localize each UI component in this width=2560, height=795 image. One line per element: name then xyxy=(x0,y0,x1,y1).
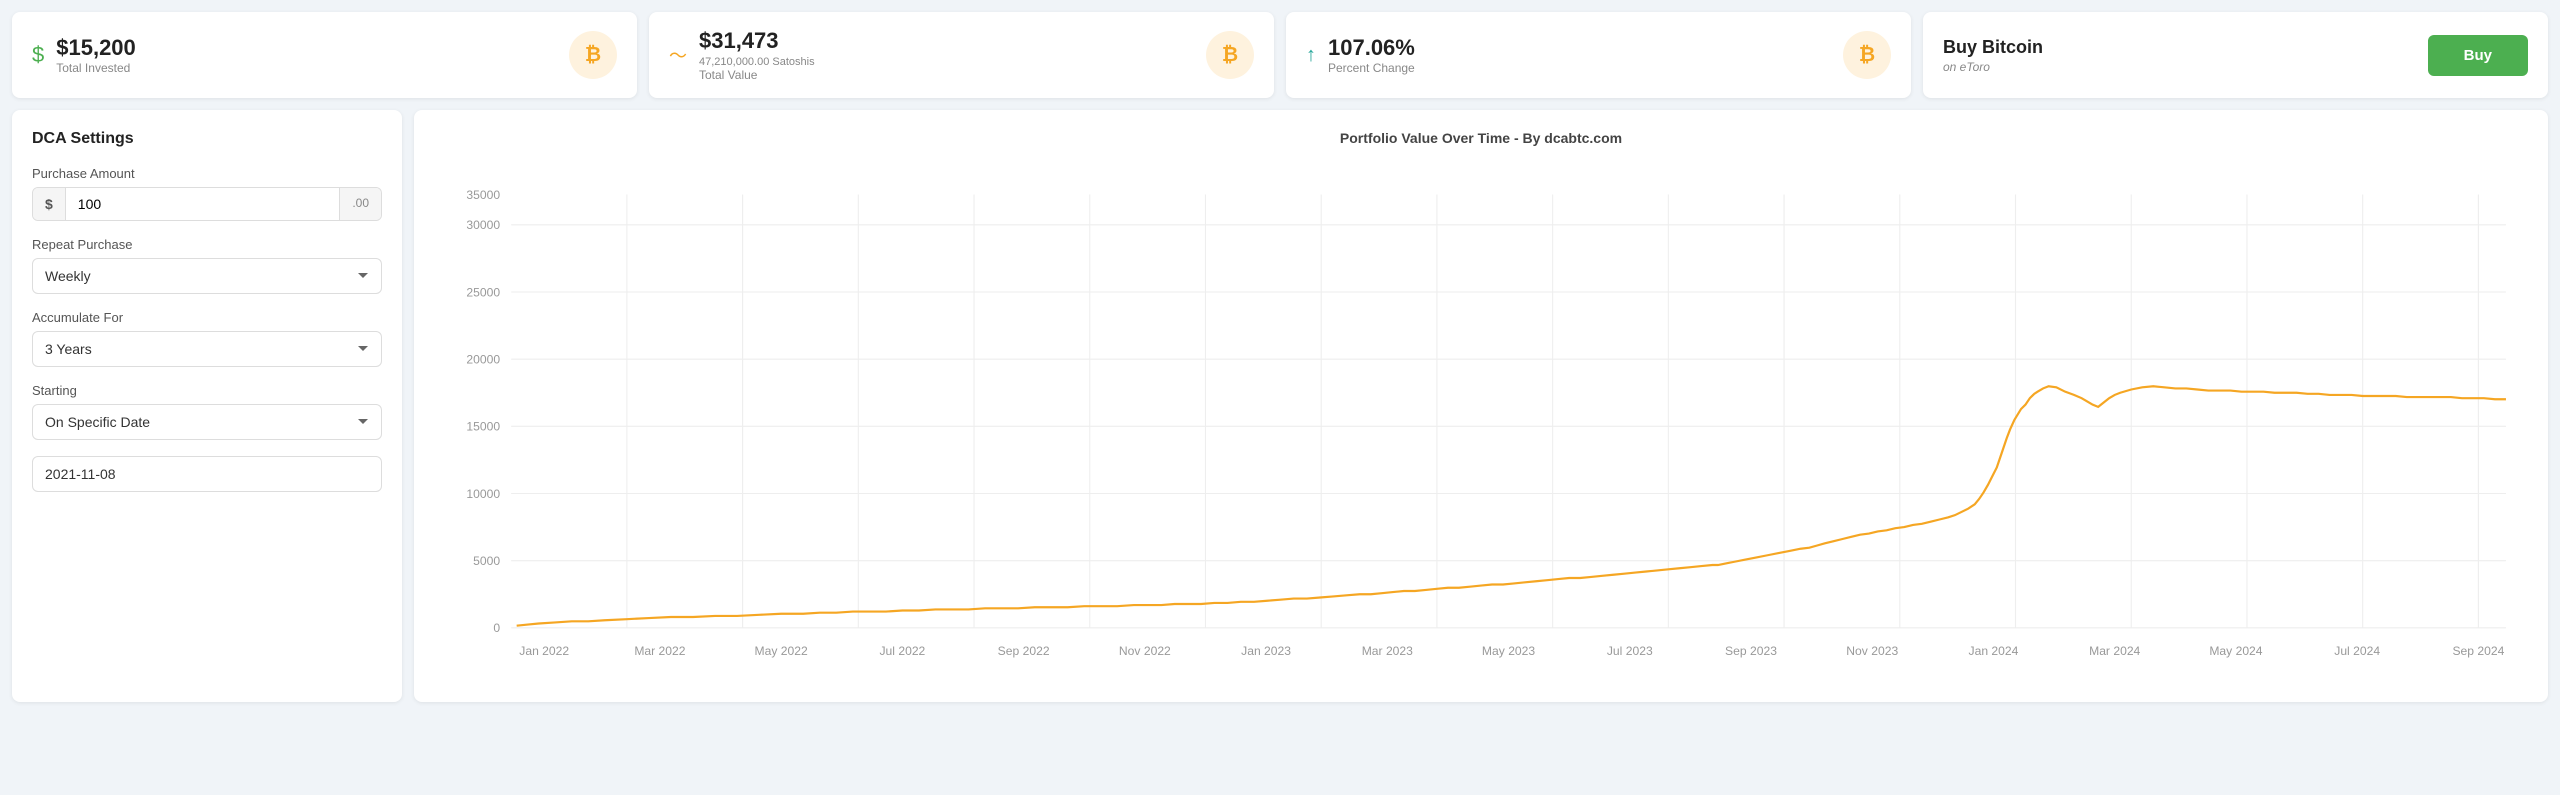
chart-title: Portfolio Value Over Time - By dcabtc.co… xyxy=(434,130,2528,146)
starting-label: Starting xyxy=(32,383,382,398)
svg-text:35000: 35000 xyxy=(466,188,500,202)
svg-text:Mar 2023: Mar 2023 xyxy=(1362,644,1414,658)
starting-select[interactable]: On Specific Date From Beginning Last Mon… xyxy=(32,404,382,440)
svg-text:Sep 2024: Sep 2024 xyxy=(2452,644,2504,658)
svg-text:Nov 2022: Nov 2022 xyxy=(1119,644,1171,658)
settings-panel: DCA Settings Purchase Amount $ .00 Repea… xyxy=(12,110,402,702)
dollar-icon: $ xyxy=(32,42,44,68)
date-group xyxy=(32,456,382,492)
bitcoin-icon-1: ₿ xyxy=(585,44,601,67)
buy-button[interactable]: Buy xyxy=(2428,35,2528,76)
bitcoin-icon-2: ₿ xyxy=(1222,44,1238,67)
accumulate-group: Accumulate For 1 Year 2 Years 3 Years 4 … xyxy=(32,310,382,367)
svg-text:May 2024: May 2024 xyxy=(2209,644,2263,658)
svg-text:25000: 25000 xyxy=(466,285,500,299)
chart-polyline xyxy=(517,386,2506,625)
invested-label: Total Invested xyxy=(56,61,136,75)
total-value: $31,473 xyxy=(699,28,815,54)
bitcoin-circle-2: ₿ xyxy=(1206,31,1254,79)
accumulate-label: Accumulate For xyxy=(32,310,382,325)
arrow-up-icon: ↑ xyxy=(1306,44,1316,67)
svg-text:Jan 2022: Jan 2022 xyxy=(519,644,569,658)
svg-text:Jan 2023: Jan 2023 xyxy=(1241,644,1291,658)
svg-text:May 2023: May 2023 xyxy=(1482,644,1536,658)
svg-text:30000: 30000 xyxy=(466,218,500,232)
bitcoin-circle-1: ₿ xyxy=(569,31,617,79)
cents-suffix: .00 xyxy=(339,188,381,220)
buy-bitcoin-card: Buy Bitcoin on eToro Buy xyxy=(1923,12,2548,98)
svg-text:Nov 2023: Nov 2023 xyxy=(1846,644,1898,658)
svg-text:0: 0 xyxy=(493,621,500,635)
repeat-purchase-group: Repeat Purchase Weekly Daily Monthly xyxy=(32,237,382,294)
svg-text:15000: 15000 xyxy=(466,420,500,434)
percent-value: 107.06% xyxy=(1328,35,1415,61)
svg-text:Mar 2024: Mar 2024 xyxy=(2089,644,2141,658)
invested-card: $ $15,200 Total Invested ₿ xyxy=(12,12,637,98)
date-input[interactable] xyxy=(32,456,382,492)
svg-text:20000: 20000 xyxy=(466,353,500,367)
accumulate-select[interactable]: 1 Year 2 Years 3 Years 4 Years 5 Years xyxy=(32,331,382,367)
svg-text:5000: 5000 xyxy=(473,554,500,568)
dollar-prefix: $ xyxy=(33,188,66,220)
purchase-amount-label: Purchase Amount xyxy=(32,166,382,181)
svg-text:Sep 2023: Sep 2023 xyxy=(1725,644,1777,658)
svg-text:Jul 2022: Jul 2022 xyxy=(879,644,925,658)
buy-bitcoin-title: Buy Bitcoin xyxy=(1943,37,2043,58)
purchase-amount-input-group: $ .00 xyxy=(32,187,382,221)
svg-text:Jul 2023: Jul 2023 xyxy=(1607,644,1653,658)
total-value-label: Total Value xyxy=(699,68,815,82)
percent-label: Percent Change xyxy=(1328,61,1415,75)
bitcoin-icon-3: ₿ xyxy=(1859,44,1875,67)
svg-text:Jan 2024: Jan 2024 xyxy=(1969,644,2019,658)
percent-change-card: ↑ 107.06% Percent Change ₿ xyxy=(1286,12,1911,98)
repeat-purchase-label: Repeat Purchase xyxy=(32,237,382,252)
chart-panel: Portfolio Value Over Time - By dcabtc.co… xyxy=(414,110,2548,702)
svg-text:Sep 2022: Sep 2022 xyxy=(998,644,1050,658)
settings-title: DCA Settings xyxy=(32,130,382,148)
purchase-amount-input[interactable] xyxy=(66,188,340,220)
total-value-card: 〜 $31,473 47,210,000.00 Satoshis Total V… xyxy=(649,12,1274,98)
svg-text:10000: 10000 xyxy=(466,487,500,501)
chart-container: 0 5000 10000 15000 20000 25000 30000 350… xyxy=(434,162,2528,682)
invested-value: $15,200 xyxy=(56,35,136,61)
pulse-icon: 〜 xyxy=(669,42,687,68)
buy-bitcoin-subtitle: on eToro xyxy=(1943,60,1990,74)
top-stats-bar: $ $15,200 Total Invested ₿ 〜 $31,473 47,… xyxy=(0,0,2560,110)
portfolio-chart: 0 5000 10000 15000 20000 25000 30000 350… xyxy=(434,162,2528,682)
repeat-purchase-select[interactable]: Weekly Daily Monthly xyxy=(32,258,382,294)
starting-group: Starting On Specific Date From Beginning… xyxy=(32,383,382,440)
purchase-amount-group: Purchase Amount $ .00 xyxy=(32,166,382,221)
main-content: DCA Settings Purchase Amount $ .00 Repea… xyxy=(0,110,2560,714)
svg-text:Jul 2024: Jul 2024 xyxy=(2334,644,2380,658)
bitcoin-circle-3: ₿ xyxy=(1843,31,1891,79)
svg-text:Mar 2022: Mar 2022 xyxy=(634,644,686,658)
svg-text:May 2022: May 2022 xyxy=(755,644,809,658)
satoshis-value: 47,210,000.00 Satoshis xyxy=(699,56,815,68)
